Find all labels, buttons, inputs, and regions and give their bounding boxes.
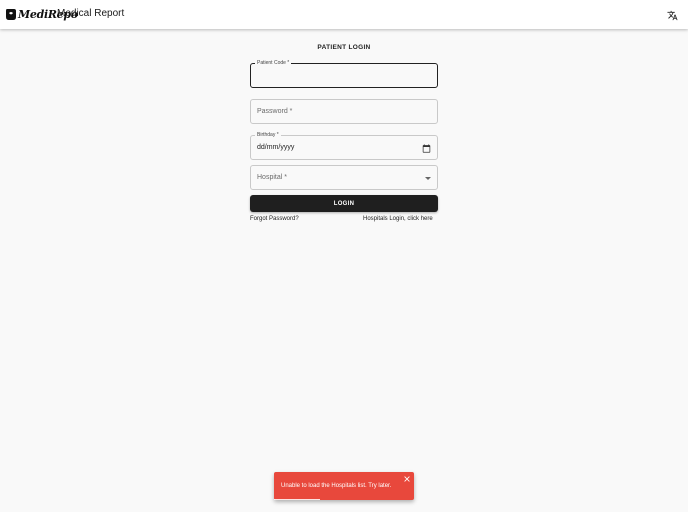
password-field[interactable]: Password * — [250, 99, 438, 124]
hospital-label: Hospital * — [257, 174, 287, 181]
hospitals-login-link[interactable]: Hospitals Login, click here — [363, 216, 433, 222]
chevron-down-icon — [425, 177, 431, 180]
translate-button[interactable] — [664, 7, 680, 23]
patient-code-input[interactable] — [251, 64, 437, 87]
birthday-value: dd/mm/yyyy — [257, 144, 295, 151]
hospital-select[interactable]: Hospital * — [250, 165, 438, 190]
close-icon — [404, 476, 410, 482]
password-label: Password * — [257, 108, 293, 115]
forgot-password-link[interactable]: Forgot Password? — [250, 216, 299, 222]
birthday-field[interactable]: Birthday * dd/mm/yyyy — [250, 132, 438, 160]
app-title: Medical Report — [57, 8, 125, 19]
error-snackbar: Unable to load the Hospitals list. Try l… — [274, 472, 414, 500]
translate-icon — [666, 10, 678, 20]
patient-code-field[interactable]: Patient Code * — [250, 60, 438, 88]
login-button[interactable]: LOGIN — [250, 195, 438, 212]
app-bar: MediRepo Medical Report — [0, 0, 688, 29]
login-heading: PATIENT LOGIN — [317, 44, 371, 51]
calendar-icon[interactable] — [422, 144, 431, 153]
logo-icon — [6, 8, 16, 20]
snackbar-message: Unable to load the Hospitals list. Try l… — [281, 483, 392, 489]
snackbar-progress — [274, 498, 321, 500]
birthday-label: Birthday * — [255, 132, 281, 139]
close-button[interactable] — [403, 475, 411, 483]
